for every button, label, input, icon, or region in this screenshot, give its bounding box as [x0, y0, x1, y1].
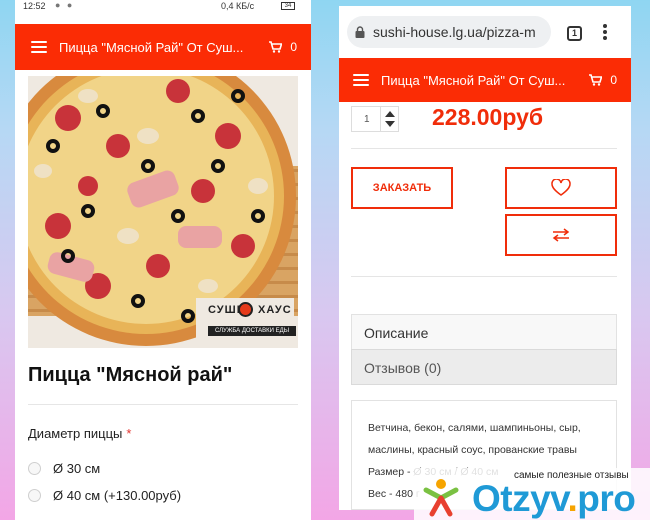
- description-line: маслины, красный соус, прованские травы: [368, 444, 577, 456]
- product-price: 228.00руб: [432, 104, 544, 130]
- brand-logo: СУШИ ХАУС СЛУЖБА ДОСТАВКИ ЕДЫ: [202, 300, 298, 340]
- size-option-label: Ø 40 см (+130.00руб): [53, 488, 182, 503]
- brand-mark-icon: [238, 302, 253, 317]
- compare-icon: [552, 228, 570, 242]
- divider: [351, 276, 617, 277]
- radio-button[interactable]: [28, 489, 41, 502]
- cart-button[interactable]: 0: [589, 73, 617, 87]
- quantity-value[interactable]: 1: [364, 114, 370, 125]
- url-text: sushi-house.lg.ua/pizza-m: [373, 24, 536, 40]
- tabs-icon[interactable]: 1: [567, 26, 582, 41]
- order-button[interactable]: ЗАКАЗАТЬ: [351, 167, 453, 209]
- cart-count: 0: [290, 40, 297, 54]
- compare-button[interactable]: [505, 214, 617, 256]
- cart-icon: [269, 41, 283, 53]
- divider: [28, 404, 298, 405]
- lock-icon: [355, 26, 365, 38]
- product-image[interactable]: СУШИ ХАУС СЛУЖБА ДОСТАВКИ ЕДЫ: [28, 76, 298, 348]
- header-title: Пицца "Мясной Рай" От Суш...: [381, 72, 566, 88]
- notification-icons: ● ●: [55, 0, 75, 10]
- header-title: Пицца "Мясной Рай" От Суш...: [59, 39, 244, 55]
- menu-icon[interactable]: [31, 41, 47, 53]
- brand-part2: ХАУС: [258, 304, 292, 316]
- watermark-brand: Otzyv.pro: [472, 478, 636, 520]
- tab-reviews[interactable]: Отзывов (0): [351, 349, 617, 385]
- product-title: Пицца "Мясной рай": [28, 364, 233, 386]
- cart-icon: [589, 74, 603, 86]
- address-bar[interactable]: sushi-house.lg.ua/pizza-m: [347, 16, 551, 48]
- increment-icon[interactable]: [385, 111, 395, 117]
- cart-button[interactable]: 0: [269, 40, 297, 54]
- quantity-stepper[interactable]: 1: [351, 106, 399, 132]
- option-label: Диаметр пиццы *: [28, 426, 131, 441]
- battery-icon: 34: [281, 2, 295, 10]
- watermark-brand-main: Otzyv: [472, 478, 568, 519]
- right-phone-screen: sushi-house.lg.ua/pizza-m 1 Пицца "Мясно…: [339, 6, 631, 510]
- status-time: 12:52: [23, 1, 46, 11]
- divider: [351, 148, 617, 149]
- cart-count: 0: [610, 73, 617, 87]
- tab-description[interactable]: Описание: [351, 314, 617, 350]
- watermark-brand-tld: pro: [577, 478, 636, 519]
- left-phone-screen: 12:52 ● ● 0,4 КБ/с 34 Пицца "Мясной Рай"…: [15, 0, 311, 520]
- watermark-figure-icon: [423, 479, 459, 517]
- tab-count: 1: [571, 28, 577, 38]
- watermark-brand-dot: .: [567, 478, 578, 519]
- size-option-label: Ø 30 см: [53, 461, 101, 476]
- status-network-speed: 0,4 КБ/с: [221, 1, 255, 11]
- radio-button[interactable]: [28, 462, 41, 475]
- wishlist-button[interactable]: [505, 167, 617, 209]
- site-header: Пицца "Мясной Рай" От Суш... 0: [339, 58, 631, 102]
- watermark: самые полезные отзывы Otzyv.pro: [414, 468, 650, 520]
- decrement-icon[interactable]: [385, 121, 395, 127]
- size-option-30[interactable]: Ø 30 см: [28, 461, 100, 476]
- menu-icon[interactable]: [353, 74, 369, 86]
- browser-toolbar: sushi-house.lg.ua/pizza-m 1: [339, 6, 631, 58]
- heart-icon: [551, 179, 571, 196]
- required-marker: *: [126, 426, 132, 441]
- status-bar: 12:52 ● ● 0,4 КБ/с 34: [15, 0, 311, 14]
- quantity-arrows[interactable]: [380, 107, 398, 131]
- more-vert-icon[interactable]: [603, 24, 607, 40]
- site-header: Пицца "Мясной Рай" От Суш... 0: [15, 24, 311, 70]
- description-line: Ветчина, бекон, салями, шампиньоны, сыр,: [368, 422, 581, 434]
- brand-tagline: СЛУЖБА ДОСТАВКИ ЕДЫ: [208, 326, 296, 336]
- option-label-text: Диаметр пиццы: [28, 426, 123, 441]
- size-option-40[interactable]: Ø 40 см (+130.00руб): [28, 488, 181, 503]
